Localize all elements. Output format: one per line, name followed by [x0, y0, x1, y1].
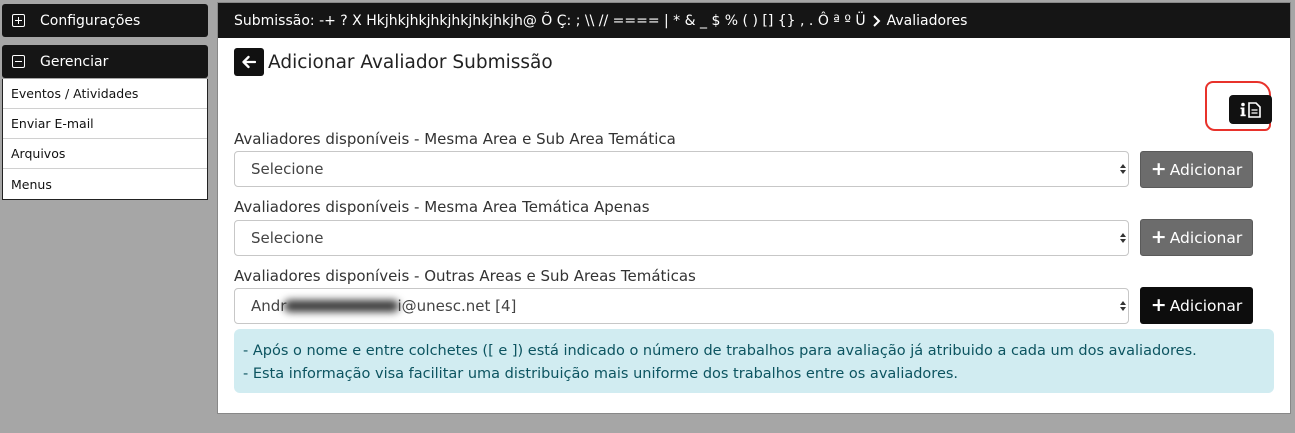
field-label-same-area-subarea: Avaliadores disponíveis - Mesma Area e S…: [234, 130, 676, 148]
select-value: Selecione: [251, 229, 324, 247]
add-button-other-areas[interactable]: + Adicionar: [1140, 287, 1253, 324]
sidebar-gerenciar-button[interactable]: Gerenciar: [2, 45, 208, 78]
sidebar-configuracoes-button[interactable]: Configurações: [2, 4, 208, 37]
info-note: - Após o nome e entre colchetes ([ e ]) …: [234, 329, 1274, 393]
chevron-right-icon: [872, 14, 881, 27]
select-value-suffix: i@unesc.net [4]: [397, 297, 517, 315]
add-button-same-area-subarea[interactable]: + Adicionar: [1140, 151, 1253, 188]
info-button[interactable]: [1229, 95, 1272, 124]
select-same-area[interactable]: Selecione: [234, 220, 1129, 256]
select-arrows-icon: [1119, 293, 1126, 319]
select-same-area-subarea[interactable]: Selecione: [234, 151, 1129, 187]
select-arrows-icon: [1119, 156, 1126, 182]
main-panel: Submissão: -+ ? X Hkjhkjhkjhkjhkjhkjhkjh…: [217, 2, 1291, 414]
plus-square-icon: [12, 14, 25, 27]
redacted-blur: [284, 300, 400, 312]
sidebar-item-arquivos[interactable]: Arquivos: [3, 139, 207, 169]
sidebar-item-menus[interactable]: Menus: [3, 169, 207, 199]
sidebar-item-enviar-email[interactable]: Enviar E-mail: [3, 109, 207, 139]
field-label-other-areas: Avaliadores disponíveis - Outras Areas e…: [234, 267, 696, 285]
page-title: Adicionar Avaliador Submissão: [268, 51, 553, 73]
plus-icon: +: [1150, 294, 1167, 316]
add-button-label: Adicionar: [1169, 160, 1243, 179]
sidebar-item-eventos[interactable]: Eventos / Atividades: [3, 79, 207, 109]
add-button-same-area[interactable]: + Adicionar: [1140, 219, 1253, 256]
select-other-areas[interactable]: Andr i@unesc.net [4]: [234, 288, 1129, 324]
arrow-left-icon: [242, 55, 256, 69]
breadcrumb-submission[interactable]: Submissão: -+ ? X Hkjhkjhkjhkjhkjhkjhkjh…: [234, 13, 866, 29]
minus-square-icon: [12, 55, 25, 68]
breadcrumb: Submissão: -+ ? X Hkjhkjhkjhkjhkjhkjhkjh…: [218, 3, 1290, 38]
plus-icon: +: [1150, 158, 1167, 180]
breadcrumb-current: Avaliadores: [886, 12, 968, 29]
info-note-line-2: - Esta informação visa facilitar uma dis…: [243, 366, 959, 382]
select-value-prefix: Andr: [251, 297, 287, 315]
field-label-same-area: Avaliadores disponíveis - Mesma Area Tem…: [234, 198, 650, 216]
plus-icon: +: [1150, 226, 1167, 248]
sidebar-gerenciar-label: Gerenciar: [40, 53, 109, 70]
info-highlight: [1205, 81, 1272, 131]
add-button-label: Adicionar: [1169, 296, 1243, 315]
select-arrows-icon: [1119, 225, 1126, 251]
select-value: Selecione: [251, 160, 324, 178]
add-button-label: Adicionar: [1169, 228, 1243, 247]
back-button[interactable]: [234, 48, 264, 76]
sidebar-menu: Eventos / Atividades Enviar E-mail Arqui…: [2, 79, 208, 200]
sidebar-configuracoes-label: Configurações: [40, 12, 141, 29]
info-file-icon: [1240, 101, 1261, 118]
info-note-line-1: - Após o nome e entre colchetes ([ e ]) …: [243, 343, 1197, 359]
